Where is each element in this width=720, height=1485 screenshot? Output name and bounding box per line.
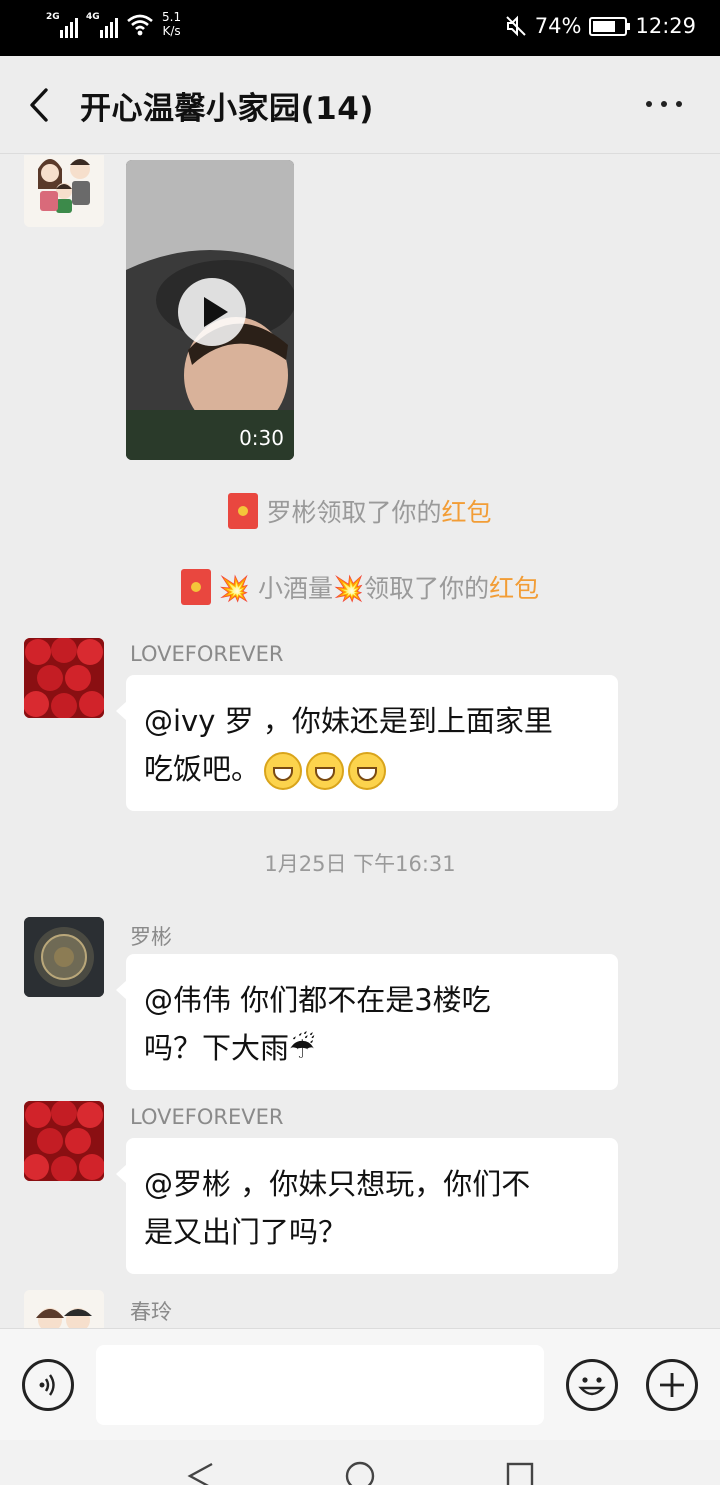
- avatar[interactable]: [24, 155, 104, 227]
- signal-2g-icon: 2G: [46, 12, 78, 38]
- avatar[interactable]: [24, 1101, 104, 1181]
- signal-4g-icon: 4G: [86, 12, 118, 38]
- grin-emoji-icon: [306, 752, 345, 790]
- system-navigation-bar: [0, 1440, 720, 1485]
- system-message-text: 罗彬领取了你的: [266, 498, 442, 527]
- play-icon[interactable]: [178, 278, 246, 346]
- avatar[interactable]: [24, 917, 104, 997]
- message-bubble[interactable]: @罗彬 ，你妹只想玩，你们不 是又出门了吗？: [116, 1138, 618, 1274]
- network-type-label: 2G: [46, 12, 60, 22]
- system-message-text: 💥 小酒量💥领取了你的: [218, 574, 490, 603]
- video-message[interactable]: 0:30: [126, 160, 294, 460]
- message-list[interactable]: 0:30 罗彬领取了你的 红包 💥 小酒量💥领取了你的 红包 LOVEFOREVER…: [0, 155, 720, 1328]
- system-message: 罗彬领取了你的 红包: [0, 493, 720, 529]
- sender-name: 罗彬: [130, 925, 172, 949]
- nav-back-triangle-icon[interactable]: [184, 1460, 216, 1485]
- clock: 12:29: [635, 14, 696, 38]
- timestamp: 1月25日 下午16:31: [264, 852, 456, 876]
- emoji-picker-icon[interactable]: [566, 1359, 618, 1411]
- message-bubble[interactable]: @ivy 罗 ，你妹还是到上面家里 吃饭吧。: [116, 675, 618, 811]
- avatar[interactable]: [24, 1290, 104, 1328]
- plus-glyph: [660, 1373, 684, 1397]
- nav-recents-square-icon[interactable]: [504, 1460, 536, 1485]
- message-text-line: @ivy 罗 ，你妹还是到上面家里: [144, 704, 553, 738]
- grin-emoji-icon: [264, 752, 303, 790]
- network-speed: 5.1 K/s: [162, 10, 181, 38]
- sender-name: 春玲: [130, 1300, 172, 1324]
- message-text-line: 是又出门了吗？: [144, 1215, 348, 1249]
- message-text-line: 吗？下大雨☔: [144, 1031, 315, 1065]
- message-text: 吃饭吧。: [144, 752, 261, 786]
- avatar[interactable]: [24, 638, 104, 718]
- chat-header: 开心温馨小家园(14): [0, 56, 720, 154]
- video-duration: 0:30: [239, 426, 284, 450]
- smiley-face-glyph: [578, 1377, 606, 1396]
- battery-percent: 74%: [534, 14, 582, 38]
- chat-title: 开心温馨小家园(14): [80, 91, 374, 127]
- voice-input-icon[interactable]: [22, 1359, 74, 1411]
- system-message: 💥 小酒量💥领取了你的 红包: [0, 569, 720, 605]
- back-arrow-icon[interactable]: [18, 82, 62, 128]
- sender-name: LOVEFOREVER: [130, 642, 284, 666]
- red-packet-icon: [180, 569, 211, 605]
- red-packet-link[interactable]: 红包: [442, 493, 492, 529]
- message-text-line: @罗彬 ，你妹只想玩，你们不: [144, 1167, 531, 1201]
- network-type-label: 4G: [86, 12, 100, 22]
- message-bubble[interactable]: @伟伟 你们都不在是3楼吃 吗？下大雨☔: [116, 954, 618, 1090]
- wifi-icon: [127, 14, 153, 36]
- message-text-line: 吃饭吧。: [144, 745, 600, 793]
- cartoon-couple-avatar-icon: [24, 1290, 104, 1328]
- wechat-group-chat-screen: 2G 4G 5.1 K/s 74% 12:29 开心温馨小家园(14) 0:30…: [0, 0, 720, 1485]
- speed-value: 5.1: [162, 10, 182, 24]
- red-roses-avatar-icon: [24, 638, 104, 718]
- status-left: 2G 4G 5.1 K/s: [46, 10, 181, 38]
- message-text-line: @伟伟 你们都不在是3楼吃: [144, 983, 491, 1017]
- message-input[interactable]: [96, 1345, 544, 1425]
- status-right: 74% 12:29: [505, 14, 696, 38]
- more-options-icon[interactable]: [640, 92, 688, 116]
- red-packet-link[interactable]: 红包: [489, 569, 539, 605]
- voice-waves-glyph: [39, 1374, 55, 1396]
- red-roses-avatar-icon: [24, 1101, 104, 1181]
- nav-home-circle-icon[interactable]: [344, 1460, 376, 1485]
- input-bar: [0, 1328, 720, 1440]
- grin-emoji-icon: [348, 752, 387, 790]
- sender-name: LOVEFOREVER: [130, 1105, 284, 1129]
- speed-unit: K/s: [162, 24, 181, 38]
- cartoon-family-avatar-icon: [24, 155, 104, 227]
- mute-icon: [506, 15, 526, 37]
- more-functions-plus-icon[interactable]: [646, 1359, 698, 1411]
- battery-icon: [589, 16, 631, 36]
- status-bar: 2G 4G 5.1 K/s 74% 12:29: [0, 0, 720, 56]
- clock-dial-avatar-icon: [24, 917, 104, 997]
- red-packet-icon: [228, 493, 259, 529]
